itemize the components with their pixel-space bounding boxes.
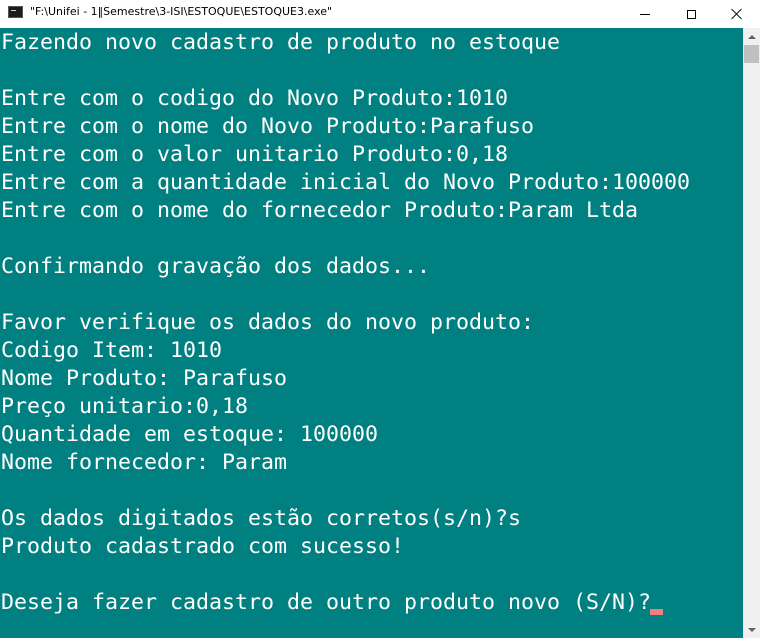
window-title: "F:\Unifei - 1‖Semestre\3-ISI\ESTOQUE\ES… — [30, 5, 333, 18]
minimize-button[interactable] — [622, 0, 668, 28]
console-line: Confirmando gravação dos dados... — [1, 254, 431, 279]
scroll-down-arrow-icon — [747, 627, 756, 632]
close-icon — [731, 8, 743, 20]
vertical-scrollbar[interactable] — [743, 28, 760, 638]
minimize-icon — [640, 13, 650, 15]
console-app-icon[interactable] — [8, 6, 23, 18]
scroll-down-button[interactable] — [743, 621, 760, 638]
maximize-button[interactable] — [668, 0, 714, 28]
text-cursor — [650, 609, 663, 615]
console-prompt-line: Deseja fazer cadastro de outro produto n… — [1, 590, 652, 615]
console-line: Nome Produto: Parafuso — [1, 366, 288, 391]
scroll-up-button[interactable] — [743, 28, 760, 45]
scrollbar-thumb[interactable] — [744, 45, 759, 63]
console-line: Codigo Item: 1010 — [1, 338, 223, 363]
console-line: Quantidade em estoque: 100000 — [1, 422, 379, 447]
console-line: Entre com o valor unitario Produto:0,18 — [1, 142, 509, 167]
console-line: Os dados digitados estão corretos(s/n)?s — [1, 506, 522, 531]
console-window: "F:\Unifei - 1‖Semestre\3-ISI\ESTOQUE\ES… — [0, 0, 760, 638]
console-line: Favor verifique os dados do novo produto… — [1, 310, 535, 335]
console-output[interactable]: Fazendo novo cadastro de produto no esto… — [0, 28, 743, 638]
console-line: Produto cadastrado com sucesso! — [1, 534, 405, 559]
close-button[interactable] — [714, 0, 760, 28]
console-line: Entre com o codigo do Novo Produto:1010 — [1, 86, 509, 111]
console-line: Nome fornecedor: Param — [1, 450, 288, 475]
console-line: Fazendo novo cadastro de produto no esto… — [1, 30, 561, 55]
console-line: Preço unitario:0,18 — [1, 394, 249, 419]
console-line: Entre com o nome do Novo Produto:Parafus… — [1, 114, 535, 139]
scroll-up-arrow-icon — [747, 34, 756, 39]
title-bar[interactable]: "F:\Unifei - 1‖Semestre\3-ISI\ESTOQUE\ES… — [0, 0, 760, 28]
maximize-icon — [686, 9, 696, 19]
console-line: Entre com a quantidade inicial do Novo P… — [1, 170, 691, 195]
console-line: Entre com o nome do fornecedor Produto:P… — [1, 198, 639, 223]
